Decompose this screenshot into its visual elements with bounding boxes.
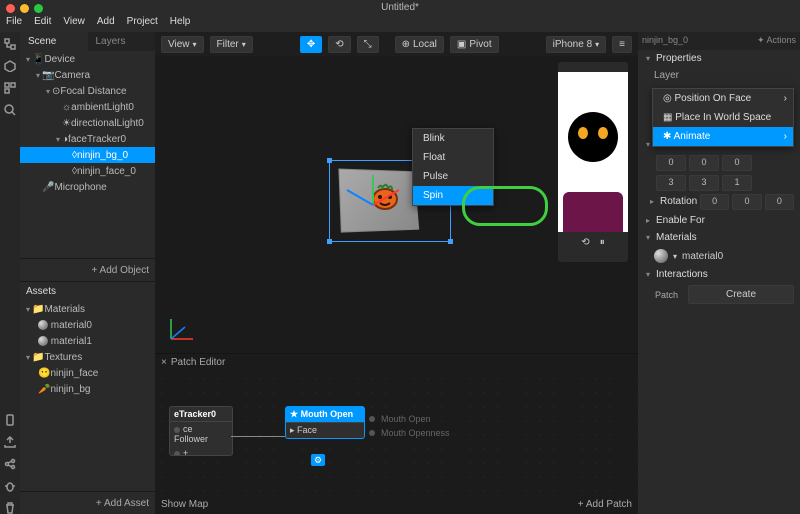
tree-microphone[interactable]: 🎤 Microphone: [20, 179, 155, 195]
export-icon[interactable]: [4, 436, 16, 448]
ctx-blink[interactable]: Blink: [413, 129, 493, 148]
preview-refresh-icon[interactable]: ⟲: [581, 237, 589, 248]
inspector-tab-object[interactable]: ninjin_bg_0: [638, 32, 742, 50]
preview-pause-icon[interactable]: ⏸: [600, 237, 605, 248]
menu-view[interactable]: View: [63, 16, 85, 32]
share-icon[interactable]: [4, 458, 16, 470]
tree-facetracker[interactable]: ▾◑ faceTracker0: [20, 131, 155, 147]
asset-material1[interactable]: material1: [20, 333, 155, 349]
action-animate[interactable]: ✱ Animate: [653, 127, 793, 146]
preview-menu-icon[interactable]: ≡: [612, 36, 632, 53]
prop-layer: Layer: [638, 67, 800, 84]
cube-icon[interactable]: [4, 60, 16, 72]
view-dropdown[interactable]: View ▾: [161, 36, 204, 53]
search-icon[interactable]: [4, 104, 16, 116]
patch-wire: [231, 436, 285, 439]
pos-y[interactable]: 0: [689, 155, 719, 171]
patch-editor[interactable]: ×Patch Editor eTracker0 ce Follower + + …: [155, 353, 638, 514]
left-toolrail: [0, 32, 20, 514]
preview-face-overlay: [568, 112, 618, 162]
assets-textures[interactable]: ▾📁 Textures: [20, 349, 155, 365]
position-row: 0 0 0: [638, 153, 800, 173]
3d-viewport[interactable]: ⟲ ⏸ Blink Float Pulse Spin: [155, 56, 638, 353]
tree-ninjin-bg[interactable]: ◊ ninjin_bg_0: [20, 147, 155, 163]
move-tool-icon[interactable]: ✥: [300, 36, 322, 53]
tree-camera[interactable]: ▾📷 Camera: [20, 67, 155, 83]
rot-y[interactable]: 0: [732, 194, 761, 210]
action-place-world[interactable]: ▦ Place In World Space: [653, 108, 793, 127]
actions-menu: ◎ Position On Face ▦ Place In World Spac…: [652, 88, 794, 147]
scale-row: 3 3 1: [638, 173, 800, 193]
material-slot[interactable]: ▾material0: [638, 246, 800, 266]
menu-edit[interactable]: Edit: [34, 16, 51, 32]
assets-header: Assets: [20, 282, 155, 301]
tab-scene[interactable]: Scene: [20, 32, 88, 51]
inspector-tab-actions[interactable]: ✦ Actions: [742, 32, 800, 50]
scale-x[interactable]: 3: [656, 175, 686, 191]
ctx-float[interactable]: Float: [413, 148, 493, 167]
rotation-row: 0 0 0: [682, 192, 800, 212]
tab-layers[interactable]: Layers: [88, 32, 156, 51]
assets-materials[interactable]: ▾📁 Materials: [20, 301, 155, 317]
add-object-button[interactable]: + Add Object: [20, 258, 155, 281]
patch-label: Patch: [638, 287, 682, 303]
node-outputs: Mouth Open Mouth Openness: [369, 412, 450, 440]
device-preview: ⟲ ⏸: [558, 62, 628, 262]
rot-z[interactable]: 0: [765, 194, 794, 210]
menu-file[interactable]: File: [6, 16, 22, 32]
ctx-pulse[interactable]: Pulse: [413, 167, 493, 186]
section-interactions[interactable]: ▾Interactions: [638, 266, 800, 283]
rot-x[interactable]: 0: [700, 194, 729, 210]
pos-x[interactable]: 0: [656, 155, 686, 171]
window-title: Untitled*: [0, 0, 800, 16]
hierarchy-icon[interactable]: [4, 38, 16, 50]
asset-ninjin-bg[interactable]: 🥕 ninjin_bg: [20, 381, 155, 397]
tree-dir-light[interactable]: ☀ directionalLight0: [20, 115, 155, 131]
show-map-button[interactable]: Show Map: [161, 499, 208, 510]
asset-ninjin-face[interactable]: 😶 ninjin_face: [20, 365, 155, 381]
tree-focal[interactable]: ▾⊙ Focal Distance: [20, 83, 155, 99]
patch-editor-title: Patch Editor: [171, 357, 225, 368]
device-select[interactable]: iPhone 8 ▾: [546, 36, 607, 53]
ctx-spin[interactable]: Spin: [413, 186, 493, 205]
section-properties[interactable]: ▾Properties: [638, 50, 800, 67]
menu-project[interactable]: Project: [127, 16, 158, 32]
tree-device[interactable]: ▾📱 Device: [20, 51, 155, 67]
trash-icon[interactable]: [4, 502, 16, 514]
viewport-toolbar: View ▾ Filter ▾ ✥ ⟲ ⤡ ⊕ Local ▣ Pivot iP…: [155, 32, 638, 56]
section-enable-for[interactable]: ▸Enable For: [638, 212, 800, 229]
animate-submenu: Blink Float Pulse Spin: [412, 128, 494, 206]
close-icon[interactable]: ×: [161, 357, 167, 368]
pos-z[interactable]: 0: [722, 155, 752, 171]
menu-help[interactable]: Help: [170, 16, 191, 32]
create-patch-button[interactable]: Create: [688, 285, 794, 304]
scene-tree: ▾📱 Device ▾📷 Camera ▾⊙ Focal Distance ☼ …: [20, 51, 155, 258]
menubar: File Edit View Add Project Help: [0, 16, 800, 32]
scale-z[interactable]: 1: [722, 175, 752, 191]
section-materials[interactable]: ▾Materials: [638, 229, 800, 246]
filter-dropdown[interactable]: Filter ▾: [210, 36, 253, 53]
inspector: ninjin_bg_0 ✦ Actions ▾Properties Layer …: [638, 32, 800, 514]
add-asset-button[interactable]: + Add Asset: [20, 491, 155, 514]
phone-icon[interactable]: [4, 414, 16, 426]
scale-y[interactable]: 3: [689, 175, 719, 191]
axis-indicator-icon: [167, 313, 201, 343]
pivot-toggle[interactable]: ▣ Pivot: [450, 36, 499, 53]
action-position-on-face[interactable]: ◎ Position On Face: [653, 89, 793, 108]
local-toggle[interactable]: ⊕ Local: [395, 36, 444, 53]
node-facetracker[interactable]: eTracker0 ce Follower + +: [169, 406, 233, 456]
scale-tool-icon[interactable]: ⤡: [357, 36, 379, 53]
tree-ninjin-face[interactable]: ◊ ninjin_face_0: [20, 163, 155, 179]
rotate-tool-icon[interactable]: ⟲: [328, 36, 350, 53]
add-patch-button[interactable]: + Add Patch: [578, 499, 632, 510]
blocks-icon[interactable]: [4, 82, 16, 94]
node-mouth-open[interactable]: ★ Mouth Open ▸ Face: [285, 406, 365, 439]
node-settings-icon[interactable]: ⚙: [311, 454, 325, 466]
bug-icon[interactable]: [4, 480, 16, 492]
tree-ambient[interactable]: ☼ ambientLight0: [20, 99, 155, 115]
asset-material0[interactable]: material0: [20, 317, 155, 333]
menu-add[interactable]: Add: [97, 16, 115, 32]
